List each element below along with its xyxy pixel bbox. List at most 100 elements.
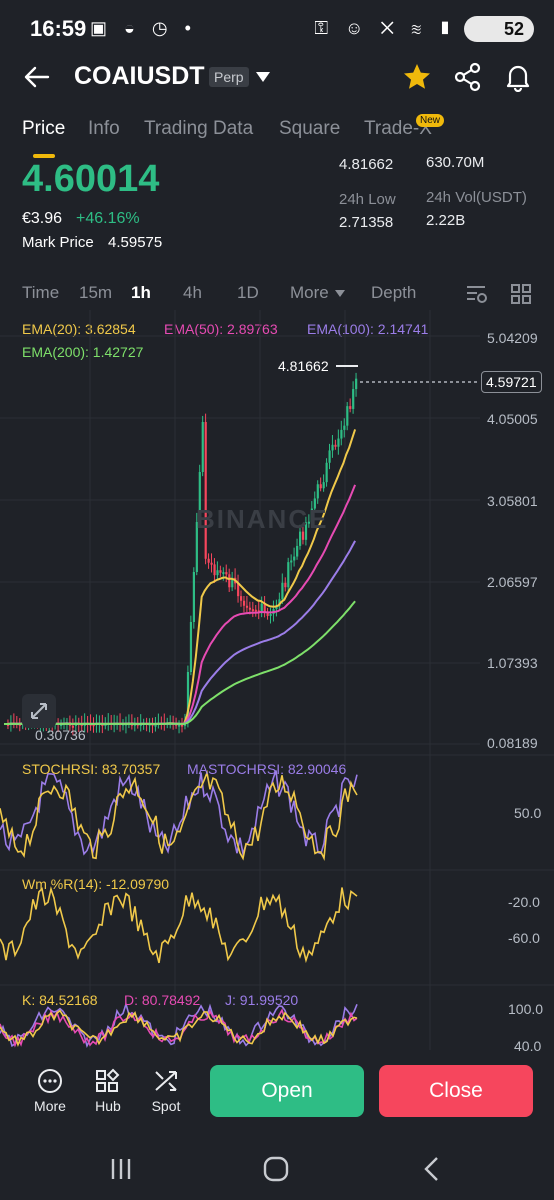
candle-body — [331, 444, 334, 451]
tf-1h[interactable]: 1h — [131, 283, 151, 303]
open-position-button[interactable]: Open — [210, 1065, 364, 1117]
tf-time[interactable]: Time — [22, 283, 59, 303]
recent-apps-icon[interactable] — [108, 1156, 134, 1182]
status-time: 16:59 — [30, 16, 87, 41]
tf-1d[interactable]: 1D — [237, 283, 259, 303]
candlestick-chart[interactable] — [0, 310, 554, 1050]
candle-body — [349, 406, 352, 409]
candle-body — [248, 607, 252, 610]
candle-body — [334, 444, 337, 447]
candle-body — [207, 558, 210, 563]
more-dropdown-icon[interactable] — [334, 289, 346, 298]
candle-body — [210, 562, 213, 565]
candle-body — [228, 574, 231, 588]
app-header: COAIUSDT Perp — [0, 58, 554, 98]
candle-body — [216, 570, 219, 576]
back-nav-icon[interactable] — [420, 1156, 444, 1182]
hub-button[interactable]: Hub — [80, 1068, 136, 1114]
tab-square[interactable]: Square — [279, 118, 340, 140]
candle-body — [192, 572, 195, 622]
more-button[interactable]: More — [22, 1068, 78, 1114]
watermark-text: BINANCE — [196, 504, 329, 534]
back-arrow-icon[interactable] — [22, 62, 52, 92]
price-change-pct: +46.16% — [76, 210, 140, 227]
new-badge: New — [416, 114, 445, 127]
vol-usdt-value: 2.22B — [426, 212, 466, 229]
last-price: 4.60014 — [22, 158, 160, 200]
y-tick-2: 4.05005 — [487, 411, 538, 427]
candle-body — [260, 603, 263, 612]
y-tick-3: 3.05801 — [487, 493, 538, 509]
fiat-price: €3.96 — [22, 210, 63, 227]
indicator-settings-icon[interactable] — [465, 283, 489, 305]
stochrsi-label: STOCHRSI: 83.70357 — [22, 761, 161, 777]
hub-grid-icon — [96, 1068, 120, 1092]
candle-body — [287, 562, 290, 588]
candle-body — [189, 622, 193, 672]
chevron-down-icon[interactable] — [254, 70, 272, 84]
kdj-d-label: D: 80.78492 — [124, 992, 201, 1008]
layout-grid-icon[interactable] — [510, 283, 532, 305]
fullscreen-button[interactable] — [22, 694, 56, 728]
close-position-button[interactable]: Close — [379, 1065, 533, 1117]
candle-body — [316, 484, 319, 499]
low-label: 24h Low — [339, 191, 396, 208]
tf-15m[interactable]: 15m — [79, 283, 112, 303]
high-vol-value: 630.70M — [426, 154, 485, 171]
more-label: More — [34, 1098, 66, 1114]
candle-body — [213, 564, 216, 576]
candle-body — [201, 422, 204, 472]
candle-body — [254, 609, 257, 612]
mark-price-value: 4.59575 — [108, 234, 163, 251]
tf-more[interactable]: More — [290, 283, 329, 303]
more-dots-icon — [38, 1069, 62, 1093]
notification-icons: ▣ ◒ ◷ • — [90, 18, 197, 38]
candle-body — [242, 600, 246, 606]
share-icon[interactable] — [454, 62, 482, 92]
wr-label: Wm %R(14): -12.09790 — [22, 876, 170, 892]
candle-body — [343, 425, 346, 430]
hub-label: Hub — [95, 1098, 121, 1114]
spot-button[interactable]: Spot — [138, 1068, 194, 1114]
high-marker: 4.81662 — [278, 358, 329, 374]
candle-body — [240, 596, 243, 601]
candle-body — [293, 556, 296, 561]
top-tabs: Price Info Trading Data Square Trade-X N… — [0, 114, 554, 158]
kdj-tick-1: 100.0 — [508, 1001, 544, 1017]
status-bar: 16:59 ▣ ◒ ◷ • ⚿ ☺ ✕ ≋ ▮ 52 — [0, 0, 554, 58]
swap-arrows-icon — [155, 1071, 177, 1091]
notification-bell-icon[interactable] — [504, 62, 532, 92]
candle-body — [225, 572, 228, 575]
y-tick-6: 0.08189 — [487, 735, 538, 751]
symbol-title[interactable]: COAIUSDT — [74, 62, 205, 91]
candle-body — [219, 570, 222, 573]
candle-body — [296, 545, 299, 557]
expand-icon — [31, 703, 47, 719]
candle-body — [337, 438, 340, 447]
candle-body — [340, 429, 343, 439]
candle-body — [352, 389, 355, 409]
kdj-d-line — [0, 1008, 358, 1048]
tab-price[interactable]: Price — [22, 118, 65, 140]
wr-tick-1: -20.0 — [508, 894, 540, 910]
home-icon[interactable] — [262, 1155, 290, 1183]
tf-depth[interactable]: Depth — [371, 283, 416, 303]
candle-body — [284, 582, 287, 588]
tab-info[interactable]: Info — [88, 118, 120, 140]
candle-body — [346, 406, 349, 426]
ema100-line — [4, 540, 356, 725]
y-tick-1: 5.04209 — [487, 330, 538, 346]
tab-trading-data[interactable]: Trading Data — [144, 118, 253, 140]
kdj-k-label: K: 84.52168 — [22, 992, 98, 1008]
candle-body — [204, 422, 207, 559]
candle-body — [290, 560, 293, 563]
low-value: 2.71358 — [339, 214, 394, 231]
favorite-star-icon[interactable] — [402, 62, 432, 92]
current-price-tag: 4.59721 — [481, 371, 542, 393]
timeframe-bar: Time 15m 1h 4h 1D More Depth — [0, 283, 554, 307]
candle-body — [281, 582, 284, 600]
tf-4h[interactable]: 4h — [183, 283, 202, 303]
candle-body — [222, 572, 225, 575]
y-tick-4: 2.06597 — [487, 574, 538, 590]
low-marker: 0.30736 — [35, 727, 86, 743]
